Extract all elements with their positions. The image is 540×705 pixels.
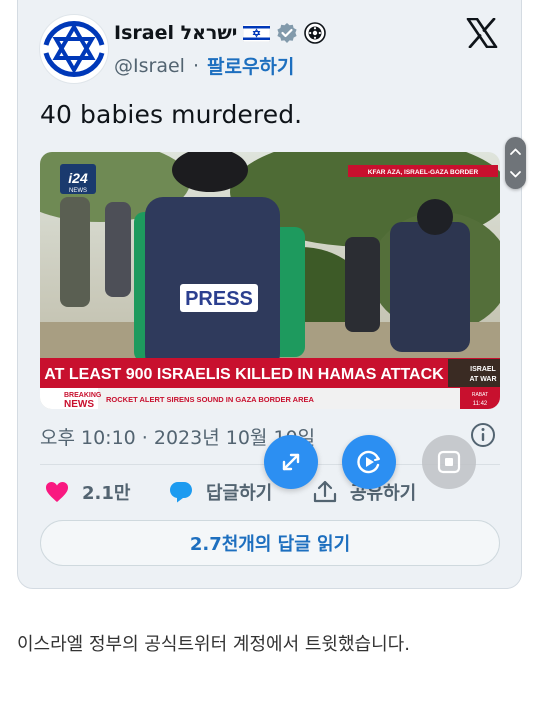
- screen-capture-icon: [357, 450, 380, 474]
- tweet-media-image[interactable]: PRESS i24 NEWS KFAR AZA, ISRAEL-GAZA BOR…: [40, 152, 500, 409]
- press-patch: PRESS: [185, 288, 253, 310]
- like-count: 2.1만: [82, 483, 131, 504]
- x-logo-icon[interactable]: [466, 18, 498, 48]
- like-action[interactable]: 2.1만: [44, 479, 130, 505]
- author-name[interactable]: Israel ישראל: [114, 22, 237, 44]
- channel-logo-sub: NEWS: [69, 188, 87, 194]
- headline-banner: AT LEAST 900 ISRAELIS KILLED IN HAMAS AT…: [44, 366, 444, 383]
- follow-button[interactable]: 팔로우하기: [207, 52, 294, 79]
- war-badge-1: ISRAEL: [470, 366, 496, 373]
- breaking-label-2: NEWS: [64, 399, 94, 409]
- share-icon: [313, 480, 337, 503]
- stop-button[interactable]: [422, 435, 476, 489]
- handle-row: @Israel · 팔로우하기: [114, 52, 294, 79]
- news-ticker: ROCKET ALERT SIRENS SOUND IN GAZA BORDER…: [106, 395, 315, 404]
- reply-action[interactable]: 답글하기: [168, 479, 272, 505]
- channel-logo: i24: [68, 170, 88, 186]
- scroll-handle[interactable]: [505, 137, 526, 189]
- israel-flag-icon: [243, 24, 271, 42]
- breaking-label-1: BREAKING: [64, 392, 102, 399]
- post-caption: 이스라엘 정부의 공식트위터 계정에서 트윗했습니다.: [17, 634, 410, 655]
- author-handle[interactable]: @Israel: [114, 55, 185, 77]
- clock-time: 11:42: [473, 401, 488, 407]
- reply-bubble-icon: [170, 482, 192, 503]
- israel-avatar[interactable]: [40, 15, 108, 83]
- heart-icon: [46, 482, 68, 502]
- author-name-row: Israel ישראל: [114, 22, 327, 44]
- clock-label: RABAT: [472, 392, 488, 398]
- expand-icon: [282, 453, 300, 471]
- info-icon[interactable]: [470, 422, 496, 448]
- location-tag: KFAR AZA, ISRAEL-GAZA BORDER: [368, 169, 479, 176]
- tweet-text: 40 babies murdered.: [40, 100, 303, 129]
- verified-badge-icon: [277, 23, 297, 43]
- handle-separator: ·: [192, 54, 199, 77]
- war-badge-2: AT WAR: [469, 376, 496, 383]
- stop-icon: [437, 450, 461, 474]
- read-replies-button[interactable]: 2.7천개의 답글 읽기: [40, 520, 500, 566]
- reply-label: 답글하기: [206, 483, 273, 504]
- expand-button[interactable]: [264, 435, 318, 489]
- screen-capture-button[interactable]: [342, 435, 396, 489]
- gov-org-icon: [304, 22, 327, 44]
